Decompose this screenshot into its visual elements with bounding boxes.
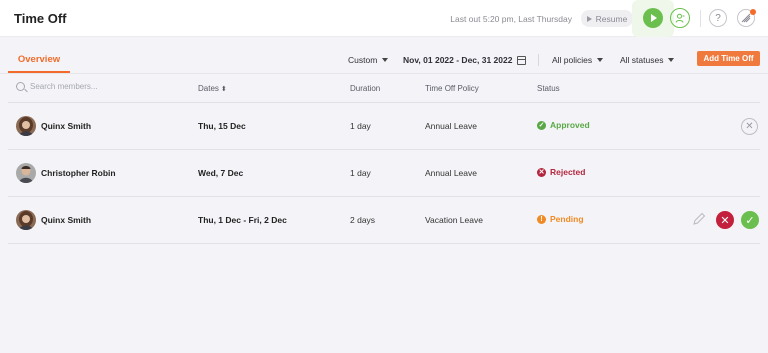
column-status: Status [537, 84, 560, 93]
help-icon[interactable]: ? [709, 9, 727, 27]
member-name: Quinx Smith [41, 215, 92, 225]
column-policy: Time Off Policy [425, 84, 479, 93]
policies-label: All policies [552, 55, 593, 65]
cancel-icon[interactable]: ✕ [741, 118, 758, 135]
play-button[interactable] [643, 8, 663, 28]
calendar-icon [517, 55, 527, 65]
policy: Annual Leave [425, 121, 477, 131]
date-range-picker[interactable]: Nov, 01 2022 - Dec, 31 2022 [403, 55, 527, 65]
notification-dot [750, 9, 756, 15]
search-icon [16, 82, 25, 91]
time-off-dates: Wed, 7 Dec [198, 168, 244, 178]
statuses-label: All statuses [620, 55, 664, 65]
filter-divider [538, 54, 539, 66]
approve-icon[interactable]: ✓ [741, 211, 759, 229]
status-label: Pending [550, 214, 584, 224]
last-out-text: Last out 5:20 pm, Last Thursday [450, 14, 572, 24]
user-status-button[interactable] [670, 8, 690, 28]
user-status-icon [675, 13, 684, 23]
edit-icon[interactable] [691, 211, 707, 227]
avatar [16, 210, 36, 230]
policy: Vacation Leave [425, 215, 483, 225]
row-divider [8, 243, 760, 244]
check-icon: ✓ [537, 120, 546, 130]
duration: 2 days [350, 215, 376, 225]
play-icon [651, 14, 657, 22]
chevron-down-icon [597, 58, 604, 62]
status-badge: ✕ Rejected [537, 167, 585, 177]
date-range-label: Nov, 01 2022 - Dec, 31 2022 [403, 55, 513, 65]
x-icon: ✕ [537, 167, 546, 177]
resume-label: Resume [595, 13, 628, 24]
status-label: Approved [550, 120, 590, 130]
status-badge: ! Pending [537, 214, 584, 224]
toolbar-divider [700, 10, 701, 27]
reject-icon[interactable]: ✕ [716, 211, 734, 229]
resume-button[interactable]: Resume [581, 10, 633, 27]
status-label: Rejected [550, 167, 586, 177]
duration: 1 day [350, 168, 371, 178]
exclamation-icon: ! [537, 214, 546, 224]
notification-icon [741, 13, 751, 23]
range-type-label: Custom [348, 55, 378, 65]
search-input[interactable]: Search members... [30, 82, 98, 91]
column-dates-label: Dates [198, 84, 219, 93]
column-dates[interactable]: Dates ⬍ [198, 84, 227, 93]
avatar [16, 163, 36, 183]
notification-button[interactable] [737, 9, 756, 27]
play-small-icon [586, 15, 592, 22]
statuses-dropdown[interactable]: All statuses [620, 55, 675, 65]
chevron-down-icon [382, 58, 389, 62]
duration: 1 day [350, 121, 371, 131]
search-members[interactable]: Search members... [16, 82, 98, 91]
member-name: Christopher Robin [41, 168, 116, 178]
chevron-down-icon [668, 58, 675, 62]
sort-icon: ⬍ [220, 86, 227, 93]
policy: Annual Leave [425, 168, 477, 178]
tabs-divider [0, 73, 768, 74]
page-title: Time Off [14, 11, 67, 26]
add-time-off-button[interactable]: Add Time Off [697, 51, 760, 66]
column-duration: Duration [350, 84, 381, 93]
top-bar: Time Off Last out 5:20 pm, Last Thursday… [0, 0, 768, 37]
status-badge: ✓ Approved [537, 120, 590, 130]
range-type-dropdown[interactable]: Custom [348, 55, 389, 65]
policies-dropdown[interactable]: All policies [552, 55, 604, 65]
time-off-dates: Thu, 15 Dec [198, 121, 246, 131]
table-row[interactable]: Quinx Smith Thu, 15 Dec 1 day Annual Lea… [8, 103, 760, 149]
tab-overview[interactable]: Overview [8, 50, 70, 73]
time-off-dates: Thu, 1 Dec - Fri, 2 Dec [198, 215, 287, 225]
table-row[interactable]: Quinx Smith Thu, 1 Dec - Fri, 2 Dec 2 da… [8, 197, 760, 243]
member-name: Quinx Smith [41, 121, 92, 131]
avatar [16, 116, 36, 136]
table-row[interactable]: Christopher Robin Wed, 7 Dec 1 day Annua… [8, 150, 760, 196]
